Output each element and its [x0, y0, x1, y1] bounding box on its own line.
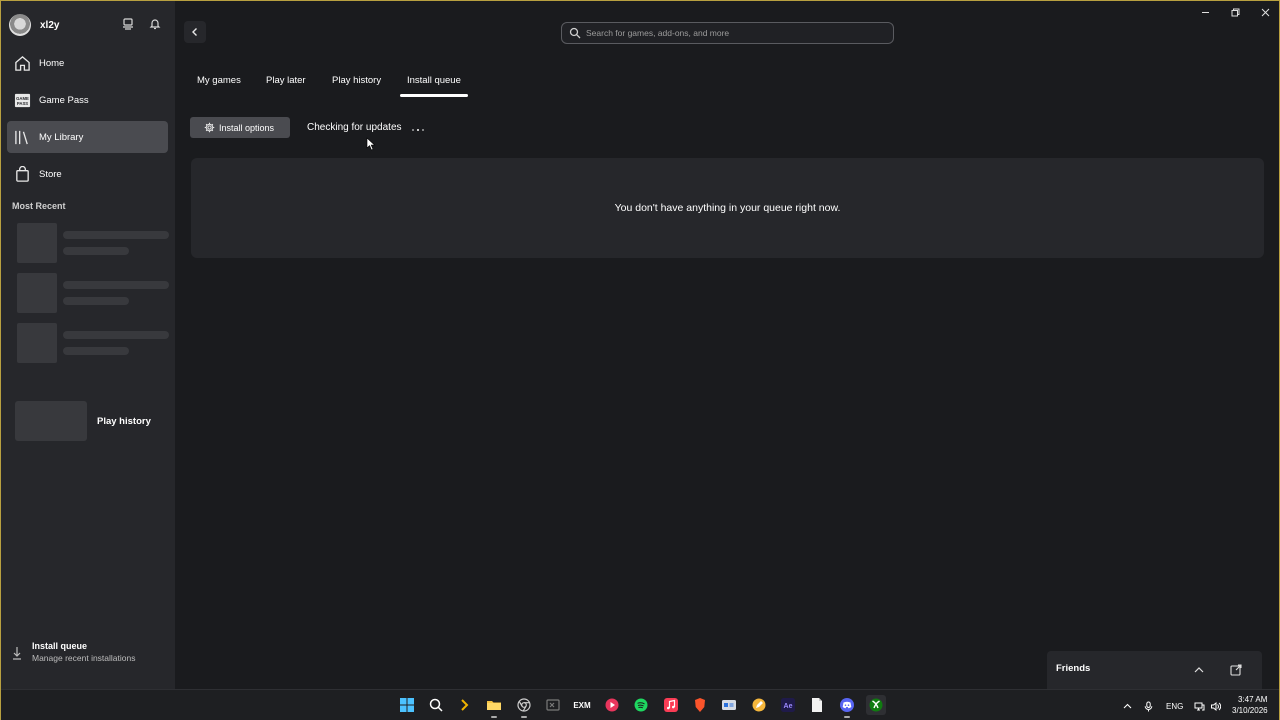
excel-icon[interactable] [543, 695, 563, 715]
svg-text:Ae: Ae [784, 703, 793, 710]
friends-label: Friends [1056, 663, 1091, 674]
install-queue-title: Install queue [32, 641, 88, 651]
restore-icon [1231, 8, 1239, 16]
chevron-left-icon [192, 28, 197, 36]
play-history-thumb [15, 401, 87, 441]
friends-panel[interactable]: Friends [1047, 651, 1262, 689]
recent-item-placeholder [17, 323, 170, 363]
svg-text:PASS: PASS [16, 100, 27, 105]
close-icon [1261, 8, 1269, 16]
brave-icon[interactable] [690, 695, 710, 715]
home-icon [13, 54, 31, 72]
spotify-icon[interactable] [631, 695, 651, 715]
sidebar-item-label: Game Pass [39, 94, 89, 106]
volume-icon[interactable] [1208, 699, 1222, 713]
back-button[interactable] [184, 21, 206, 43]
capture-icon[interactable] [121, 17, 135, 31]
taskbar-clock-date[interactable]: 3/10/2026 [1232, 706, 1268, 715]
mouse-cursor-icon [366, 137, 376, 151]
sidebar: xl2y Home GAME PASS Game Pass My Library… [1, 1, 175, 689]
skeleton-line [63, 347, 129, 355]
minimize-icon [1201, 11, 1209, 13]
tab-my-games[interactable]: My games [197, 75, 241, 89]
language-indicator[interactable]: ENG [1166, 702, 1183, 711]
store-icon [13, 165, 31, 183]
play-history-label: Play history [97, 415, 151, 427]
install-queue-subtitle: Manage recent installations [32, 653, 136, 663]
active-tab-indicator [400, 94, 468, 97]
minimize-button[interactable] [1198, 5, 1212, 19]
loading-spinner-icon [412, 129, 424, 133]
chevron-up-icon[interactable] [1192, 663, 1206, 677]
tab-install-queue[interactable]: Install queue [407, 75, 461, 89]
search-bar[interactable] [561, 22, 894, 44]
recent-thumb-placeholder [17, 223, 57, 263]
empty-queue-message: You don't have anything in your queue ri… [614, 202, 841, 214]
install-options-label: Install options [219, 122, 275, 133]
app-window-icon[interactable] [719, 695, 739, 715]
skeleton-line [63, 281, 169, 289]
sidebar-item-label: Home [39, 57, 65, 69]
tab-play-history[interactable]: Play history [332, 75, 381, 89]
skeleton-line [63, 331, 169, 339]
sidebar-item-game-pass[interactable]: GAME PASS Game Pass [7, 84, 168, 116]
recent-thumb-placeholder [17, 323, 57, 363]
microphone-icon[interactable] [1141, 699, 1155, 713]
restore-button[interactable] [1228, 5, 1242, 19]
loading-dot [412, 129, 414, 131]
search-input[interactable] [586, 28, 886, 38]
tab-play-later[interactable]: Play later [266, 75, 306, 89]
gear-icon [204, 122, 215, 133]
game-pass-icon: GAME PASS [13, 91, 31, 109]
recent-thumb-placeholder [17, 273, 57, 313]
sidebar-item-my-library[interactable]: My Library [7, 121, 168, 153]
after-effects-icon[interactable]: Ae [778, 695, 798, 715]
download-icon [13, 647, 21, 660]
username: xl2y [40, 19, 60, 31]
discord-icon[interactable] [837, 695, 857, 718]
skeleton-line [63, 247, 129, 255]
media-player-icon[interactable] [602, 695, 622, 715]
pop-out-icon[interactable] [1229, 663, 1243, 677]
pen-app-icon[interactable] [749, 695, 769, 715]
taskbar-search-icon[interactable] [426, 695, 446, 715]
recent-item-placeholder [17, 273, 170, 313]
search-icon [569, 27, 581, 39]
windows-start-icon[interactable] [397, 695, 417, 715]
sidebar-item-home[interactable]: Home [7, 47, 168, 79]
terminal-icon[interactable] [455, 695, 475, 715]
chrome-icon[interactable] [514, 695, 534, 718]
most-recent-title: Most Recent [12, 201, 66, 211]
xbox-icon[interactable] [866, 695, 886, 715]
apple-music-icon[interactable] [661, 695, 681, 715]
profile[interactable]: xl2y [9, 13, 169, 37]
tray-overflow-chevron-icon[interactable] [1120, 699, 1134, 713]
windows-taskbar: EXM Ae ENG 3:47 AM 3/10/2026 [1, 689, 1279, 720]
skeleton-line [63, 297, 129, 305]
notepad-icon[interactable] [807, 695, 827, 715]
empty-queue-card: You don't have anything in your queue ri… [191, 158, 1264, 258]
taskbar-clock-time[interactable]: 3:47 AM [1238, 695, 1267, 704]
skeleton-line [63, 231, 169, 239]
network-icon[interactable] [1192, 699, 1206, 713]
sidebar-item-label: Store [39, 168, 62, 180]
play-history-card[interactable]: Play history [15, 401, 175, 441]
file-explorer-icon[interactable] [484, 695, 504, 718]
close-button[interactable] [1258, 5, 1272, 19]
install-options-button[interactable]: Install options [190, 117, 290, 138]
loading-dot [422, 129, 424, 131]
library-icon [13, 128, 31, 146]
exm-app-icon[interactable]: EXM [572, 695, 592, 715]
sidebar-item-label: My Library [39, 131, 84, 143]
avatar[interactable] [9, 14, 31, 36]
sidebar-item-store[interactable]: Store [7, 158, 168, 190]
notification-bell-icon[interactable] [148, 17, 162, 31]
checking-status-text: Checking for updates [307, 122, 402, 133]
loading-dot [417, 129, 419, 131]
install-queue-shortcut[interactable]: Install queue Manage recent installation… [11, 641, 171, 667]
recent-item-placeholder [17, 223, 170, 263]
xbox-app-window: xl2y Home GAME PASS Game Pass My Library… [0, 0, 1280, 720]
